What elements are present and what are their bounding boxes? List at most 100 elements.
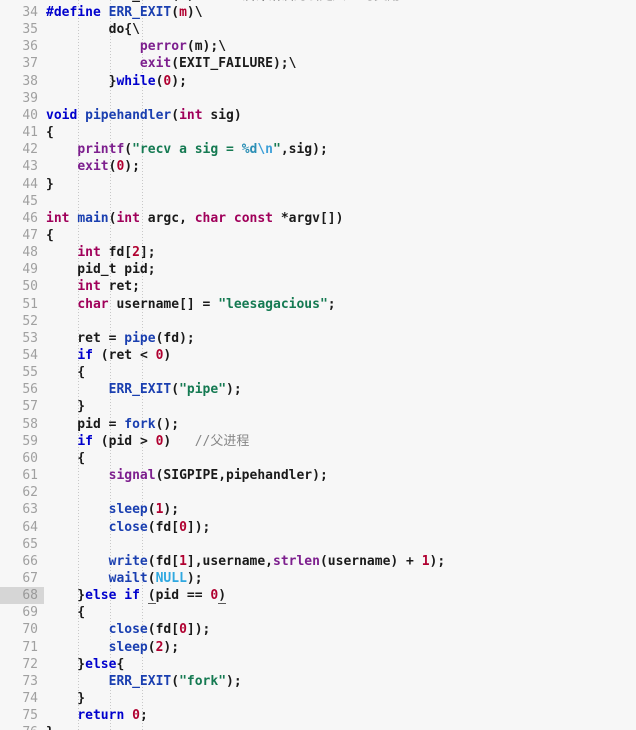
line-text[interactable]: { bbox=[46, 227, 54, 244]
line-text[interactable]: pid = fork(); bbox=[46, 416, 179, 433]
line-number[interactable]: 72 bbox=[0, 656, 44, 673]
line-text[interactable]: printf("recv a sig = %d\n",sig); bbox=[46, 141, 327, 158]
line-text[interactable]: }else{ bbox=[46, 656, 124, 673]
line-number[interactable]: 41 bbox=[0, 124, 44, 141]
code-line[interactable]: 43 exit(0); bbox=[0, 158, 636, 175]
line-text[interactable]: close(fd[0]); bbox=[46, 621, 211, 638]
line-text[interactable]: { bbox=[46, 604, 85, 621]
line-text[interactable]: write(fd[1],username,strlen(username) + … bbox=[46, 553, 446, 570]
line-number[interactable]: 42 bbox=[0, 141, 44, 158]
line-number[interactable]: 48 bbox=[0, 244, 44, 261]
line-text[interactable]: pid_t pid; bbox=[46, 261, 155, 278]
code-line[interactable]: 40 void pipehandler(int sig) bbox=[0, 107, 636, 124]
line-text[interactable]: void pipehandler(int sig) bbox=[46, 107, 242, 124]
code-line[interactable]: 67 wailt(NULL); bbox=[0, 570, 636, 587]
code-line[interactable]: 51 char username[] = "leesagacious"; bbox=[0, 296, 636, 313]
line-text[interactable]: { bbox=[46, 364, 85, 381]
line-number[interactable]: 36 bbox=[0, 38, 44, 55]
code-line[interactable]: 75 return 0; bbox=[0, 707, 636, 724]
line-number[interactable]: 68 bbox=[0, 587, 44, 605]
line-number[interactable]: 71 bbox=[0, 639, 44, 656]
line-number[interactable]: 39 bbox=[0, 90, 44, 107]
line-text[interactable]: } bbox=[46, 176, 54, 193]
line-text[interactable]: exit(EXIT_FAILURE);\ bbox=[46, 55, 297, 72]
line-number[interactable]: 54 bbox=[0, 347, 44, 364]
line-number[interactable]: 73 bbox=[0, 673, 44, 690]
code-line[interactable]: 37 exit(EXIT_FAILURE);\ bbox=[0, 55, 636, 72]
code-line[interactable]: 68 }else if (pid == 0) bbox=[0, 587, 636, 605]
line-text[interactable]: int main(int argc, char const *argv[]) bbox=[46, 210, 343, 227]
line-number[interactable]: 69 bbox=[0, 604, 44, 621]
code-line[interactable]: 72 }else{ bbox=[0, 656, 636, 673]
line-text[interactable]: ERR_EXIT("pipe"); bbox=[46, 381, 242, 398]
code-line[interactable]: 63 sleep(1); bbox=[0, 501, 636, 518]
line-text[interactable]: }else if (pid == 0) bbox=[46, 587, 227, 605]
code-line[interactable]: 73 ERR_EXIT("fork"); bbox=[0, 673, 636, 690]
code-line[interactable]: 35 do{\ bbox=[0, 21, 636, 38]
code-line[interactable]: 38 }while(0); bbox=[0, 73, 636, 90]
line-text[interactable]: { bbox=[46, 450, 85, 467]
code-line[interactable]: 71 sleep(2); bbox=[0, 639, 636, 656]
line-text[interactable]: #define ERR_EXIT(m)\ bbox=[46, 4, 203, 21]
code-line[interactable]: 64 close(fd[0]); bbox=[0, 519, 636, 536]
line-number[interactable]: 65 bbox=[0, 536, 44, 553]
line-text[interactable]: } bbox=[46, 398, 85, 415]
code-line[interactable]: 70 close(fd[0]); bbox=[0, 621, 636, 638]
line-number[interactable]: 46 bbox=[0, 210, 44, 227]
line-number[interactable]: 63 bbox=[0, 501, 44, 518]
code-line[interactable]: 46 int main(int argc, char const *argv[]) bbox=[0, 210, 636, 227]
code-line[interactable]: 57 } bbox=[0, 398, 636, 415]
code-line[interactable]: 54 if (ret < 0) bbox=[0, 347, 636, 364]
line-text[interactable]: perror(m);\ bbox=[46, 38, 226, 55]
line-number[interactable]: 74 bbox=[0, 690, 44, 707]
code-line[interactable]: 74 } bbox=[0, 690, 636, 707]
line-text[interactable]: char username[] = "leesagacious"; bbox=[46, 296, 335, 313]
line-text[interactable]: exit(0); bbox=[46, 158, 140, 175]
line-text[interactable]: ret = pipe(fd); bbox=[46, 330, 194, 347]
line-number[interactable]: 49 bbox=[0, 261, 44, 278]
line-text[interactable]: } bbox=[46, 690, 85, 707]
line-text[interactable]: sleep(1); bbox=[46, 501, 179, 518]
line-number[interactable]: 66 bbox=[0, 553, 44, 570]
code-line[interactable]: 49 pid_t pid; bbox=[0, 261, 636, 278]
line-text[interactable]: int ret; bbox=[46, 278, 140, 295]
line-text[interactable]: { bbox=[46, 124, 54, 141]
code-line[interactable]: 56 ERR_EXIT("pipe"); bbox=[0, 381, 636, 398]
code-line[interactable]: 76} bbox=[0, 724, 636, 730]
line-text[interactable]: } bbox=[46, 724, 54, 730]
line-text[interactable]: signal(SIGPIPE,pipehandler); bbox=[46, 467, 328, 484]
code-editor[interactable]: 33#define ERR_EXIT(m) //设计错误的宏定义 可复用34#d… bbox=[0, 0, 636, 730]
code-line[interactable]: 59 if (pid > 0) //父进程 bbox=[0, 433, 636, 450]
code-line[interactable]: 69 { bbox=[0, 604, 636, 621]
line-text[interactable]: if (ret < 0) bbox=[46, 347, 171, 364]
line-number[interactable]: 62 bbox=[0, 484, 44, 501]
line-number[interactable]: 45 bbox=[0, 193, 44, 210]
code-line[interactable]: 45 bbox=[0, 193, 636, 210]
code-line[interactable]: 53 ret = pipe(fd); bbox=[0, 330, 636, 347]
line-number[interactable]: 56 bbox=[0, 381, 44, 398]
line-text[interactable]: wailt(NULL); bbox=[46, 570, 203, 587]
line-number[interactable]: 34 bbox=[0, 4, 44, 21]
code-line[interactable]: 50 int ret; bbox=[0, 278, 636, 295]
code-line[interactable]: 66 write(fd[1],username,strlen(username)… bbox=[0, 553, 636, 570]
line-number[interactable]: 67 bbox=[0, 570, 44, 587]
code-line[interactable]: 44} bbox=[0, 176, 636, 193]
line-number[interactable]: 64 bbox=[0, 519, 44, 536]
line-number[interactable]: 55 bbox=[0, 364, 44, 381]
code-line[interactable]: 36 perror(m);\ bbox=[0, 38, 636, 55]
code-line[interactable]: 60 { bbox=[0, 450, 636, 467]
line-number[interactable]: 43 bbox=[0, 158, 44, 175]
code-line[interactable]: 41{ bbox=[0, 124, 636, 141]
code-line[interactable]: 47{ bbox=[0, 227, 636, 244]
line-number[interactable]: 61 bbox=[0, 467, 44, 484]
line-number[interactable]: 60 bbox=[0, 450, 44, 467]
line-number[interactable]: 38 bbox=[0, 73, 44, 90]
code-line[interactable]: 58 pid = fork(); bbox=[0, 416, 636, 433]
line-number[interactable]: 47 bbox=[0, 227, 44, 244]
code-line[interactable]: 61 signal(SIGPIPE,pipehandler); bbox=[0, 467, 636, 484]
code-line[interactable]: 55 { bbox=[0, 364, 636, 381]
line-number[interactable]: 35 bbox=[0, 21, 44, 38]
line-number[interactable]: 70 bbox=[0, 621, 44, 638]
line-text[interactable]: do{\ bbox=[46, 21, 140, 38]
line-text[interactable]: sleep(2); bbox=[46, 639, 179, 656]
